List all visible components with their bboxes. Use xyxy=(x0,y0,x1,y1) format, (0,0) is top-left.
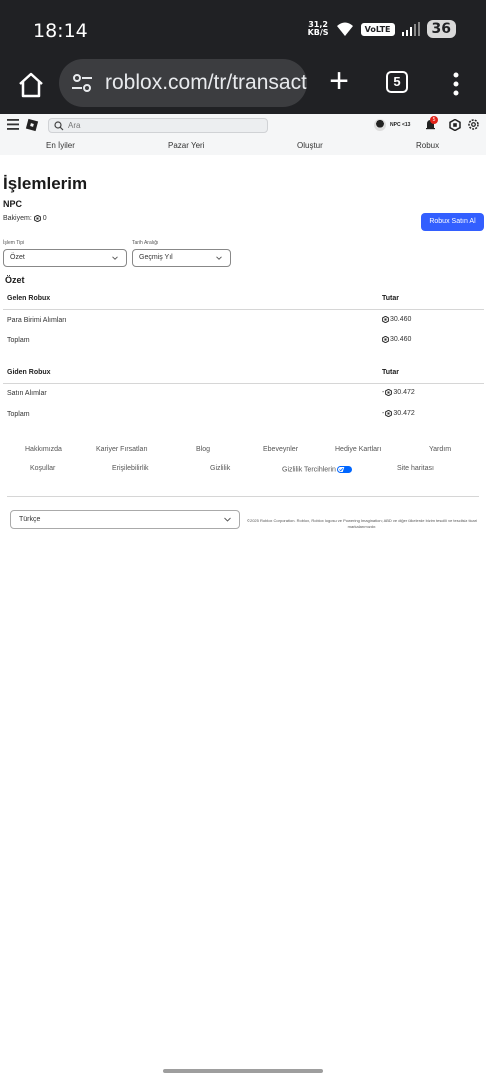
chevron-down-icon xyxy=(112,256,118,260)
outgoing-total-label: Toplam xyxy=(7,411,30,418)
new-tab-icon[interactable]: + xyxy=(324,64,354,98)
address-bar[interactable]: roblox.com/tr/transact xyxy=(59,59,307,107)
footer-link-gift-cards[interactable]: Hediye Kartları xyxy=(335,446,381,453)
main-nav: En İyiler Pazar Yeri Oluştur Robux xyxy=(0,136,486,155)
transaction-type-value: Özet xyxy=(10,254,25,261)
currency-purchases-label: Para Birimi Alımları xyxy=(7,317,67,324)
currency-purchases-value: 30.460 xyxy=(382,316,411,323)
footer-link-privacy-choices[interactable]: Gizlilik Tercihlerin xyxy=(282,466,352,473)
footer-link-help[interactable]: Yardım xyxy=(429,446,451,453)
language-select[interactable]: Türkçe xyxy=(10,510,240,529)
network-speed: 31,2 KB/S xyxy=(308,21,329,37)
robux-icon xyxy=(385,410,393,417)
nav-item-marketplace[interactable]: Pazar Yeri xyxy=(168,141,204,150)
privacy-choices-icon xyxy=(336,466,352,473)
footer-link-sitemap[interactable]: Site haritası xyxy=(397,465,434,472)
copyright-text: ©2025 Roblox Corporation. Roblox, Roblox… xyxy=(247,518,477,529)
hamburger-menu-icon[interactable] xyxy=(7,119,19,130)
incoming-total-value: 30.460 xyxy=(382,336,411,343)
avatar[interactable] xyxy=(374,119,386,131)
home-icon[interactable] xyxy=(16,70,46,100)
footer-link-about[interactable]: Hakkımızda xyxy=(25,446,62,453)
volte-badge: VoLTE xyxy=(360,22,395,36)
incoming-amount-header: Tutar xyxy=(382,295,399,302)
divider xyxy=(3,383,484,384)
browser-toolbar: roblox.com/tr/transact + 5 xyxy=(0,58,486,114)
battery-indicator: 36 xyxy=(426,20,456,38)
outgoing-amount-header: Tutar xyxy=(382,369,399,376)
status-indicators: 31,2 KB/S VoLTE 36 xyxy=(308,20,456,38)
status-bar: 18:14 31,2 KB/S VoLTE 36 xyxy=(0,0,486,58)
transaction-type-select[interactable]: Özet xyxy=(3,249,127,267)
chevron-down-icon xyxy=(224,517,231,522)
buy-robux-button[interactable]: Robux Satın Al xyxy=(421,213,484,231)
nav-item-robux[interactable]: Robux xyxy=(416,141,439,150)
gear-icon[interactable] xyxy=(467,118,480,131)
robux-icon xyxy=(33,215,41,222)
footer-link-blog[interactable]: Blog xyxy=(196,446,210,453)
date-range-label: Tarih Aralığı xyxy=(132,240,159,246)
network-speed-unit: KB/S xyxy=(307,28,329,37)
incoming-robux-header: Gelen Robux xyxy=(7,295,51,302)
status-time: 18:14 xyxy=(33,20,88,42)
date-range-value: Geçmiş Yıl xyxy=(139,254,173,261)
nav-item-create[interactable]: Oluştur xyxy=(297,141,323,150)
username-label[interactable]: NPC <13 xyxy=(390,122,410,128)
home-indicator[interactable] xyxy=(163,1069,323,1073)
site-header: NPC <13 5 xyxy=(0,114,486,136)
wifi-icon xyxy=(336,22,353,36)
footer-link-careers[interactable]: Kariyer Fırsatları xyxy=(96,446,148,453)
robux-icon xyxy=(382,316,389,323)
footer-link-terms[interactable]: Koşullar xyxy=(30,465,55,472)
page-title: İşlemlerim xyxy=(3,174,88,193)
robux-icon[interactable] xyxy=(449,119,461,131)
age-label: <13 xyxy=(401,122,411,128)
summary-title: Özet xyxy=(5,275,25,285)
outgoing-robux-header: Giden Robux xyxy=(7,369,51,376)
purchases-label: Satın Alımlar xyxy=(7,390,47,397)
search-input[interactable] xyxy=(68,121,248,130)
tab-switcher-button[interactable]: 5 xyxy=(386,71,408,93)
search-box[interactable] xyxy=(48,118,268,133)
url-text: roblox.com/tr/transact xyxy=(105,71,307,94)
date-range-select[interactable]: Geçmiş Yıl xyxy=(132,249,231,267)
roblox-logo-icon[interactable] xyxy=(25,118,39,132)
footer-link-privacy[interactable]: Gizlilik xyxy=(210,465,230,472)
balance: Bakiyem: 0 xyxy=(3,215,47,222)
more-menu-icon[interactable] xyxy=(448,70,464,98)
robux-icon xyxy=(385,389,393,396)
transaction-type-label: İşlem Tipi xyxy=(3,240,25,246)
outgoing-total-value: - 30.472 xyxy=(382,410,415,417)
divider xyxy=(3,309,484,310)
incoming-total-label: Toplam xyxy=(7,337,30,344)
footer-divider xyxy=(7,496,479,497)
language-value: Türkçe xyxy=(19,516,41,523)
robux-icon xyxy=(382,336,389,343)
footer-link-parents[interactable]: Ebeveynler xyxy=(263,446,298,453)
signal-icon xyxy=(401,22,420,36)
chevron-down-icon xyxy=(216,256,222,260)
footer-link-accessibility[interactable]: Erişilebilirlik xyxy=(112,465,149,472)
account-name: NPC xyxy=(3,199,23,209)
nav-item-charts[interactable]: En İyiler xyxy=(46,141,75,150)
notification-badge: 5 xyxy=(430,116,438,124)
balance-value: 0 xyxy=(42,215,47,222)
purchases-value: - 30.472 xyxy=(382,389,415,396)
balance-label: Bakiyem: xyxy=(3,215,32,222)
site-settings-icon[interactable] xyxy=(69,70,95,96)
search-icon xyxy=(54,120,64,130)
